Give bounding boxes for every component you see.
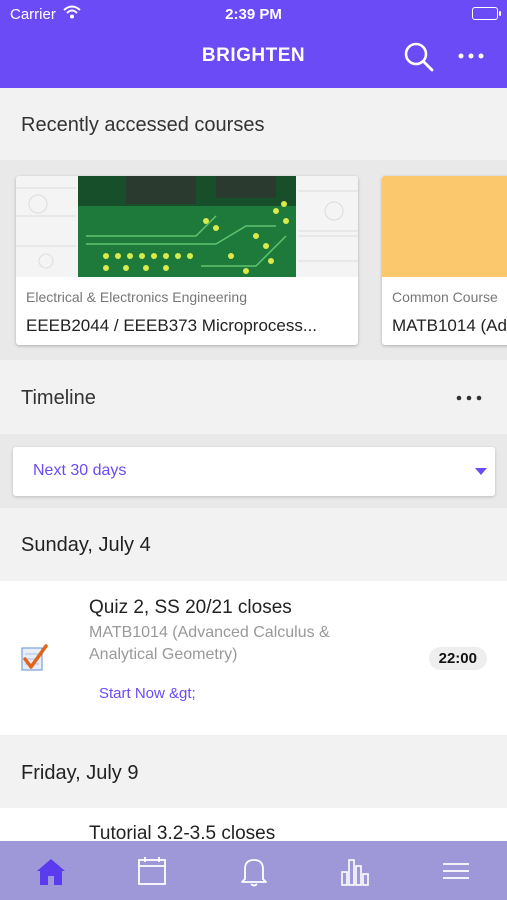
search-icon (404, 42, 434, 72)
quiz-checkmark-icon (21, 644, 48, 671)
home-icon (37, 859, 65, 885)
more-horizontal-icon (458, 53, 484, 59)
more-horizontal-icon (456, 395, 482, 401)
filter-selected-value: Next 30 days (33, 462, 127, 479)
calendar-icon (138, 857, 166, 885)
menu-icon (443, 863, 469, 879)
event-course: MATB1014 (Advanced Calculus & Analytical… (89, 624, 330, 663)
timeline-filter-dropdown[interactable]: Next 30 days (13, 447, 495, 496)
timeline-title: Timeline (21, 387, 96, 409)
day-header: Friday, July 9 (0, 735, 507, 808)
bell-icon (241, 859, 267, 887)
recent-courses-header: Recently accessed courses (0, 88, 507, 160)
circuit-board-image (16, 176, 358, 277)
recent-courses-title: Recently accessed courses (21, 114, 265, 136)
app-header: Carrier 2:39 PM BRIGHTEN (0, 0, 507, 88)
timeline-event[interactable]: Tutorial 3.2-3.5 closes (0, 808, 507, 841)
battery-icon (472, 7, 501, 20)
clock: 2:39 PM (225, 6, 282, 23)
day-label: Friday, July 9 (21, 762, 139, 784)
event-title: Tutorial 3.2-3.5 closes (89, 823, 276, 841)
search-button[interactable] (402, 40, 436, 74)
course-name: EEEB2044 / EEEB373 Microprocess... (26, 316, 318, 335)
course-card[interactable]: Common Course MATB1014 (Ad (382, 176, 507, 345)
tab-home[interactable] (34, 854, 68, 888)
event-time-badge: 22:00 (428, 647, 487, 670)
tab-calendar[interactable] (135, 854, 169, 888)
day-header: Sunday, July 4 (0, 508, 507, 581)
course-category: Electrical & Electronics Engineering (26, 289, 247, 305)
more-options-button[interactable] (456, 46, 486, 66)
timeline-event[interactable]: Quiz 2, SS 20/21 closes MATB1014 (Advanc… (0, 581, 507, 735)
chevron-down-icon (475, 468, 487, 475)
course-color-thumbnail (382, 176, 507, 277)
bar-chart-icon (341, 859, 369, 886)
tab-notifications[interactable] (237, 854, 271, 888)
status-bar: Carrier 2:39 PM (0, 0, 507, 28)
day-label: Sunday, July 4 (21, 534, 151, 556)
timeline-filter-band: Next 30 days (0, 434, 507, 508)
course-card[interactable]: Electrical & Electronics Engineering EEE… (16, 176, 358, 345)
course-carousel[interactable]: Electrical & Electronics Engineering EEE… (0, 160, 507, 360)
timeline-header: Timeline (0, 360, 507, 434)
event-title: Quiz 2, SS 20/21 closes (89, 597, 292, 618)
course-category: Common Course (392, 289, 498, 305)
course-name: MATB1014 (Ad (392, 316, 507, 335)
start-now-link[interactable]: Start Now &gt; (99, 685, 196, 702)
tab-more[interactable] (439, 854, 473, 888)
timeline-options-button[interactable] (455, 388, 483, 408)
tab-grades[interactable] (338, 854, 372, 888)
bottom-tab-bar (0, 841, 507, 900)
